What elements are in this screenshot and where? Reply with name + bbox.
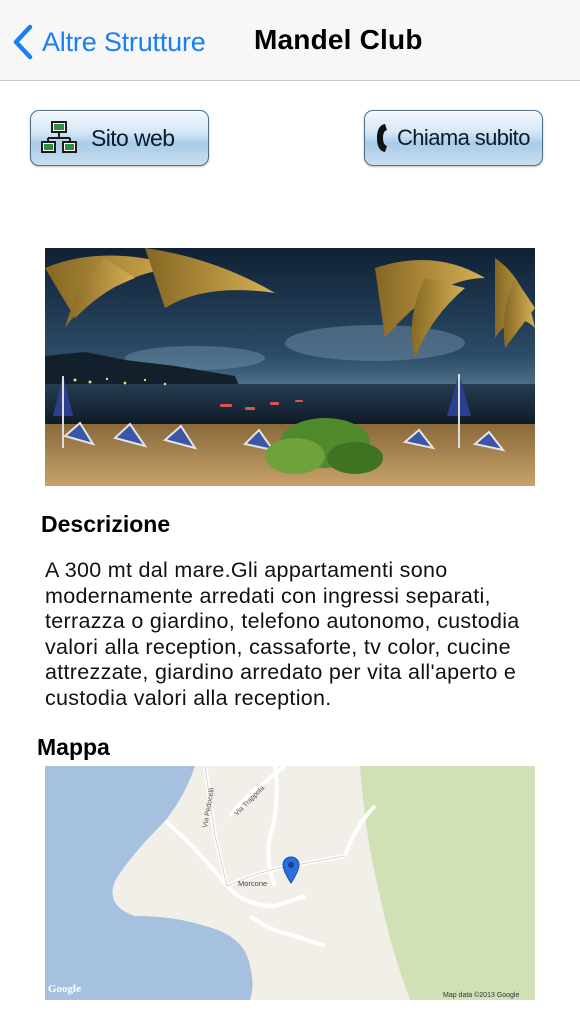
navigation-bar: Altre Strutture Mandel Club <box>0 0 580 81</box>
map-heading: Mappa <box>37 734 110 760</box>
back-button[interactable]: Altre Strutture <box>12 22 206 62</box>
description-text: A 300 mt dal mare.Gli appartamenti sono … <box>45 558 520 710</box>
map-pin-icon[interactable] <box>282 856 300 884</box>
website-button[interactable]: Sito web <box>30 110 209 166</box>
back-button-label: Altre Strutture <box>42 26 206 57</box>
description-heading: Descrizione <box>41 511 171 537</box>
google-logo: Google <box>48 983 81 995</box>
website-button-label: Sito web <box>91 124 175 151</box>
map-place-label: Morcone <box>238 879 267 888</box>
chevron-left-icon <box>13 24 33 60</box>
map-attribution: Map data ©2013 Google <box>443 991 519 999</box>
call-button-label: Chiama subito <box>397 125 530 150</box>
network-icon <box>41 121 77 153</box>
call-button[interactable]: Chiama subito <box>364 110 543 166</box>
page-title: Mandel Club <box>254 24 423 55</box>
phone-icon <box>377 124 387 152</box>
property-photo <box>45 248 535 486</box>
